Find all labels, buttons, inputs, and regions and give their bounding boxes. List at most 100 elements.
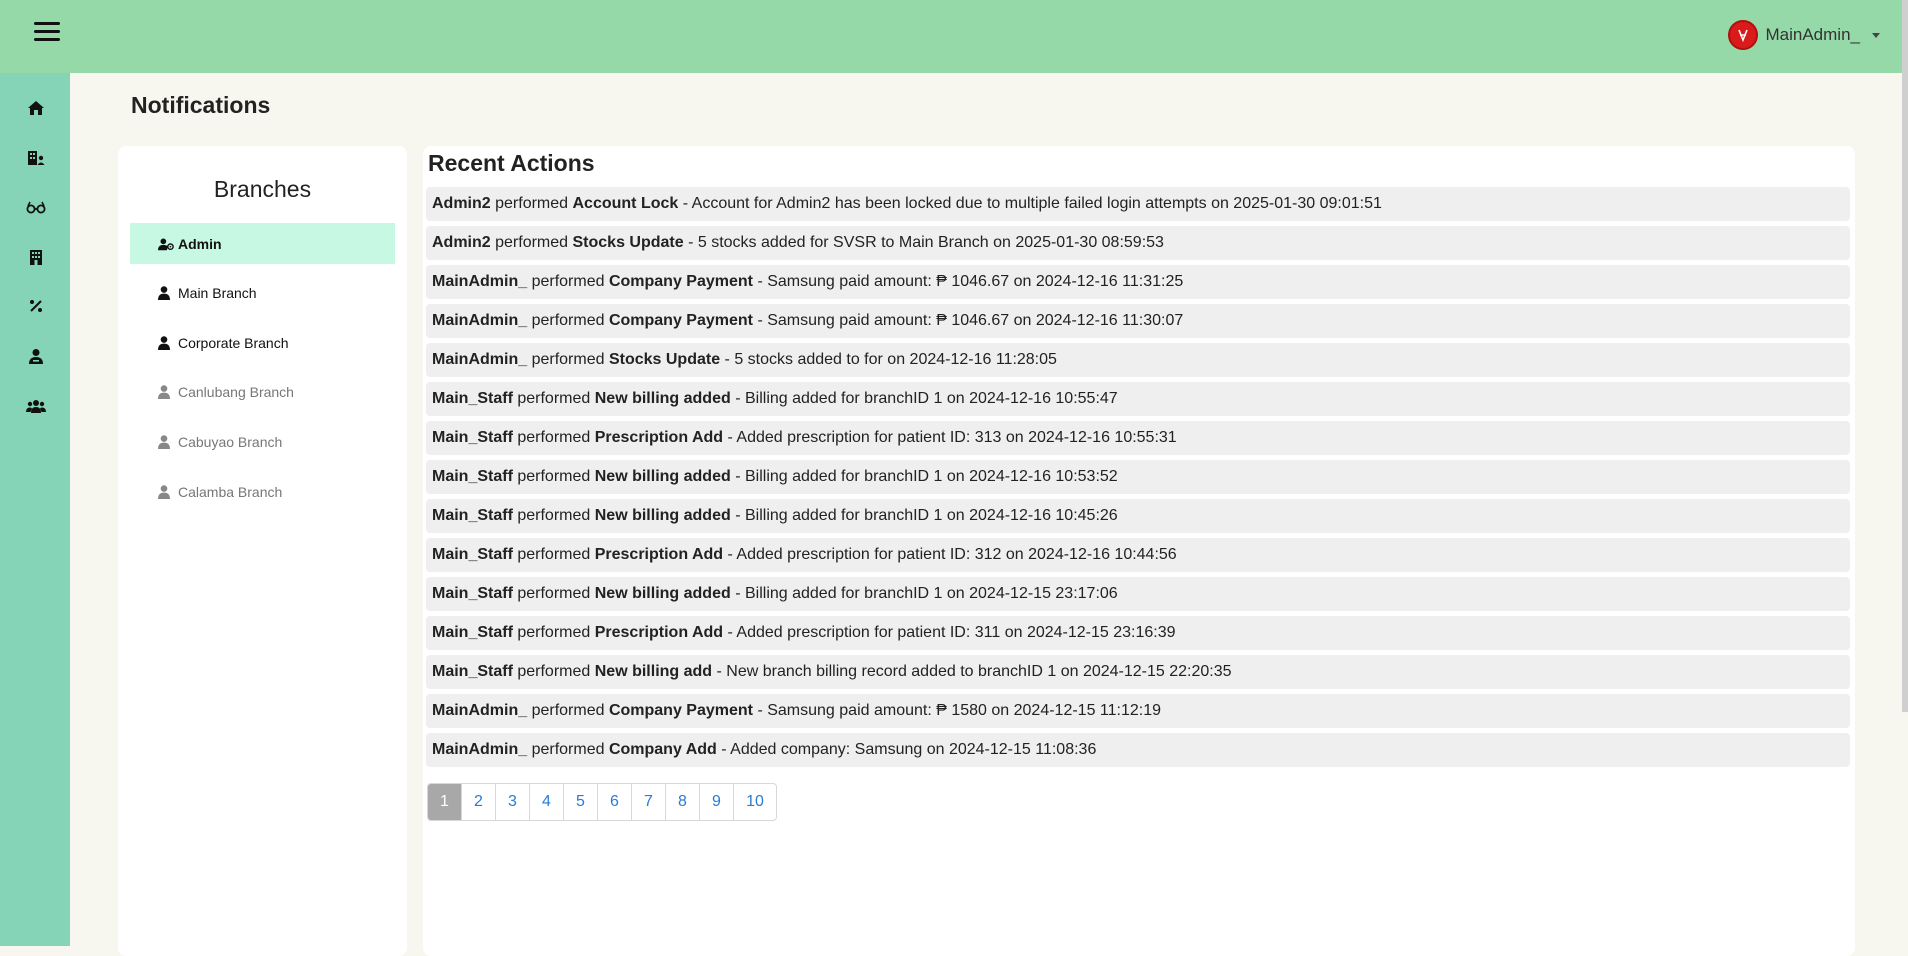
action-row: Main_Staff performed Prescription Add - … <box>426 421 1850 455</box>
branch-item-label: Canlubang Branch <box>178 383 294 400</box>
scrollbar[interactable] <box>1902 0 1908 712</box>
user-icon <box>158 484 174 500</box>
action-user: MainAdmin_ <box>432 312 528 329</box>
action-row: Main_Staff performed Prescription Add - … <box>426 616 1850 650</box>
percent-icon[interactable] <box>25 295 47 317</box>
action-detail: - Billing added for branchID 1 on 2024-1… <box>735 390 1118 407</box>
action-user: Main_Staff <box>432 663 513 680</box>
action-type: Company Payment <box>608 702 753 719</box>
action-user: Main_Staff <box>432 546 513 563</box>
action-connector: performed <box>517 507 591 524</box>
action-user: Main_Staff <box>432 507 513 524</box>
action-type: Prescription Add <box>594 624 724 641</box>
recent-actions-title: Recent Actions <box>428 150 595 176</box>
user-icon <box>158 335 174 351</box>
action-detail: - Added prescription for patient ID: 313… <box>727 429 1177 446</box>
page-button-5[interactable]: 5 <box>564 784 598 820</box>
action-detail: - 5 stocks added to for on 2024-12-16 11… <box>724 351 1057 368</box>
page-button-9[interactable]: 9 <box>700 784 734 820</box>
action-row: MainAdmin_ performed Company Payment - S… <box>426 694 1850 728</box>
action-connector: performed <box>531 702 605 719</box>
user-icon <box>158 434 174 450</box>
building-user-icon[interactable] <box>25 147 47 169</box>
action-connector: performed <box>495 195 569 212</box>
branch-item-main[interactable]: Main Branch <box>130 272 395 313</box>
action-row: Main_Staff performed New billing added -… <box>426 382 1850 416</box>
action-detail: - Billing added for branchID 1 on 2024-1… <box>735 585 1118 602</box>
action-connector: performed <box>531 273 605 290</box>
action-detail: - Samsung paid amount: ₱ 1046.67 on 2024… <box>757 312 1184 329</box>
building-icon[interactable] <box>25 246 47 268</box>
page-button-6[interactable]: 6 <box>598 784 632 820</box>
action-detail: - Billing added for branchID 1 on 2024-1… <box>735 507 1118 524</box>
action-detail: - Samsung paid amount: ₱ 1580 on 2024-12… <box>757 702 1161 719</box>
action-user: Main_Staff <box>432 468 513 485</box>
action-connector: performed <box>517 429 591 446</box>
action-connector: performed <box>495 234 569 251</box>
page-button-2[interactable]: 2 <box>462 784 496 820</box>
action-row: Main_Staff performed New billing added -… <box>426 577 1850 611</box>
user-icon <box>158 285 174 301</box>
branch-item-calamba[interactable]: Calamba Branch <box>130 471 395 512</box>
action-detail: - Added prescription for patient ID: 312… <box>727 546 1177 563</box>
user-name: MainAdmin_ <box>1765 25 1861 44</box>
action-row: Main_Staff performed New billing added -… <box>426 460 1850 494</box>
branch-item-label: Admin <box>178 235 222 252</box>
page-button-1[interactable]: 1 <box>428 784 462 820</box>
action-type: New billing added <box>594 585 731 602</box>
action-user: Admin2 <box>432 195 491 212</box>
action-detail: - Added company: Samsung on 2024-12-15 1… <box>721 741 1097 758</box>
action-user: MainAdmin_ <box>432 741 528 758</box>
action-detail: - Samsung paid amount: ₱ 1046.67 on 2024… <box>757 273 1184 290</box>
action-row: MainAdmin_ performed Stocks Update - 5 s… <box>426 343 1850 377</box>
action-connector: performed <box>517 390 591 407</box>
top-bar: MainAdmin_ <box>0 0 1908 73</box>
branch-item-canlubang[interactable]: Canlubang Branch <box>130 371 395 412</box>
action-user: Admin2 <box>432 234 491 251</box>
action-type: Stocks Update <box>572 234 684 251</box>
action-type: New billing added <box>594 507 731 524</box>
action-user: Main_Staff <box>432 429 513 446</box>
branches-panel: Branches Admin Main Branch Corporate Bra… <box>118 146 407 956</box>
user-doctor-icon[interactable] <box>25 345 47 367</box>
action-row: Admin2 performed Account Lock - Account … <box>426 187 1850 221</box>
home-icon[interactable] <box>25 97 47 119</box>
action-user: Main_Staff <box>432 624 513 641</box>
page-button-8[interactable]: 8 <box>666 784 700 820</box>
branch-item-admin[interactable]: Admin <box>130 223 395 264</box>
page-button-7[interactable]: 7 <box>632 784 666 820</box>
action-type: Company Add <box>608 741 717 758</box>
user-gear-icon <box>158 236 174 252</box>
branch-item-corporate[interactable]: Corporate Branch <box>130 322 395 363</box>
action-connector: performed <box>517 624 591 641</box>
user-icon <box>158 384 174 400</box>
action-type: Account Lock <box>572 195 679 212</box>
users-icon[interactable] <box>25 395 47 417</box>
action-connector: performed <box>517 585 591 602</box>
page-button-3[interactable]: 3 <box>496 784 530 820</box>
action-row: Admin2 performed Stocks Update - 5 stock… <box>426 226 1850 260</box>
action-type: Prescription Add <box>594 546 724 563</box>
branch-item-label: Cabuyao Branch <box>178 433 283 450</box>
action-type: Company Payment <box>608 312 753 329</box>
action-user: Main_Staff <box>432 585 513 602</box>
branch-item-label: Corporate Branch <box>178 334 289 351</box>
user-menu[interactable]: MainAdmin_ <box>1727 20 1880 50</box>
branch-item-cabuyao[interactable]: Cabuyao Branch <box>130 421 395 462</box>
action-connector: performed <box>517 663 591 680</box>
action-user: Main_Staff <box>432 390 513 407</box>
recent-actions-panel: Recent Actions Admin2 performed Account … <box>423 146 1855 956</box>
avatar <box>1727 20 1758 50</box>
page-button-10[interactable]: 10 <box>734 784 776 820</box>
action-detail: - Account for Admin2 has been locked due… <box>682 195 1382 212</box>
pagination: 1 2 3 4 5 6 7 8 9 10 <box>427 783 777 821</box>
page-button-4[interactable]: 4 <box>530 784 564 820</box>
branches-title: Branches <box>213 176 312 202</box>
action-type: New billing added <box>594 390 731 407</box>
action-detail: - Billing added for branchID 1 on 2024-1… <box>735 468 1118 485</box>
menu-toggle-icon[interactable] <box>34 22 60 44</box>
branch-item-label: Calamba Branch <box>178 483 283 500</box>
action-connector: performed <box>531 351 605 368</box>
glasses-icon[interactable] <box>25 196 47 218</box>
action-detail: - New branch billing record added to bra… <box>716 663 1232 680</box>
